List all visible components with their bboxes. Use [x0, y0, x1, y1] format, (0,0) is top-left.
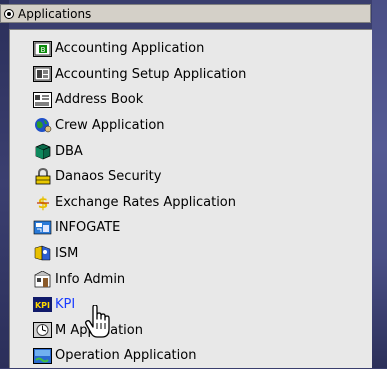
list-item-label: Operation Application: [55, 348, 197, 364]
list-item-label: Info Admin: [55, 271, 126, 287]
list-item-accounting[interactable]: B Accounting Application: [10, 36, 372, 62]
applications-panel: Applications B Accounting Application Ac…: [0, 0, 372, 368]
applications-list[interactable]: B Accounting Application Accounting Setu…: [9, 29, 372, 368]
operation-icon: [33, 347, 52, 364]
list-item-exchange-rates[interactable]: $ Exchange Rates Application: [10, 190, 372, 216]
list-item-label: KPI: [55, 297, 76, 313]
list-item-ism[interactable]: ISM: [10, 241, 372, 267]
applications-header-label: Applications: [18, 6, 92, 21]
svg-text:KPI: KPI: [35, 301, 50, 310]
ism-icon: [33, 245, 52, 262]
svg-text:B: B: [41, 46, 46, 54]
list-item-label: INFOGATE: [55, 220, 121, 236]
list-item-infogate[interactable]: INFOGATE: [10, 215, 372, 241]
padlock-icon: [33, 168, 52, 185]
list-item-crew[interactable]: Crew Application: [10, 113, 372, 139]
info-admin-icon: [33, 270, 52, 288]
desktop-background-right: [372, 0, 387, 368]
accounting-setup-icon: [33, 66, 52, 83]
list-item-operation[interactable]: Operation Application: [10, 343, 372, 369]
address-book-icon: [33, 91, 52, 108]
infogate-icon: [33, 219, 52, 236]
list-item-label: M Application: [55, 322, 143, 338]
list-item-label: Address Book: [55, 92, 144, 108]
kpi-icon: KPI: [33, 296, 52, 313]
applications-header[interactable]: Applications: [0, 4, 371, 23]
radio-selected-icon[interactable]: [4, 8, 14, 19]
list-item-label: Exchange Rates Application: [55, 194, 237, 210]
m-application-icon: [33, 322, 52, 339]
accounting-icon: B: [33, 40, 52, 57]
exchange-rates-icon: $: [33, 194, 52, 211]
list-item-address-book[interactable]: Address Book: [10, 87, 372, 113]
list-item-dba[interactable]: DBA: [10, 138, 372, 164]
list-item-label: DBA: [55, 143, 83, 159]
list-item-label: Crew Application: [55, 118, 165, 134]
list-item-label: Accounting Application: [55, 41, 205, 57]
list-item-label: Danaos Security: [55, 169, 162, 185]
list-item-accounting-setup[interactable]: Accounting Setup Application: [10, 62, 372, 88]
list-item-danaos-security[interactable]: Danaos Security: [10, 164, 372, 190]
crew-icon: [33, 117, 52, 134]
list-item-info-admin[interactable]: Info Admin: [10, 266, 372, 292]
list-item-label: Accounting Setup Application: [55, 66, 247, 82]
list-item-m-application[interactable]: M Application: [10, 318, 372, 344]
database-icon: [33, 143, 52, 160]
list-item-label: ISM: [55, 246, 79, 262]
list-item-kpi[interactable]: KPI KPI: [10, 292, 372, 318]
